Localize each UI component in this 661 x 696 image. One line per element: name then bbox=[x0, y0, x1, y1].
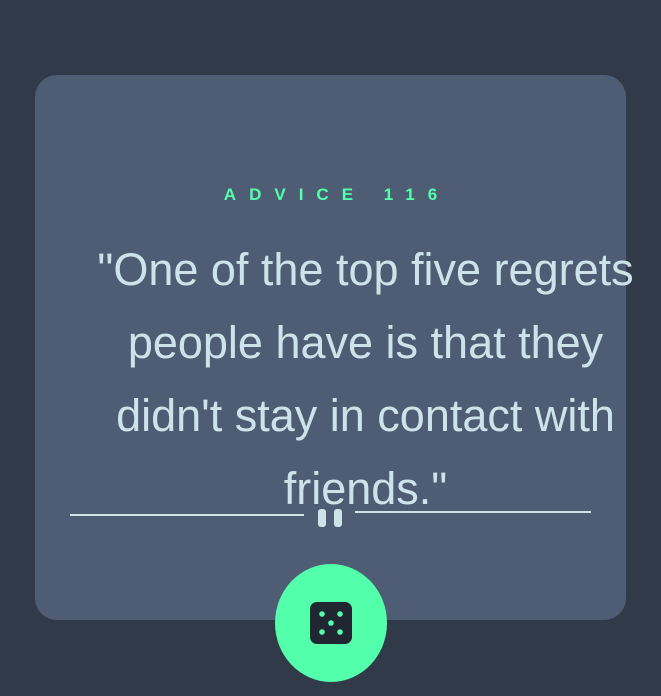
advice-card: ADVICE 116 "One of the top five regrets … bbox=[35, 75, 634, 620]
divider-line-left bbox=[70, 514, 304, 516]
new-advice-button[interactable] bbox=[275, 564, 387, 682]
pause-icon bbox=[318, 509, 326, 527]
advice-number-label: ADVICE 116 bbox=[223, 185, 451, 204]
pause-icon bbox=[334, 509, 342, 527]
dice-icon bbox=[310, 602, 352, 644]
divider-line-right bbox=[355, 511, 591, 513]
advice-quote: "One of the top five regrets people have… bbox=[97, 244, 634, 514]
